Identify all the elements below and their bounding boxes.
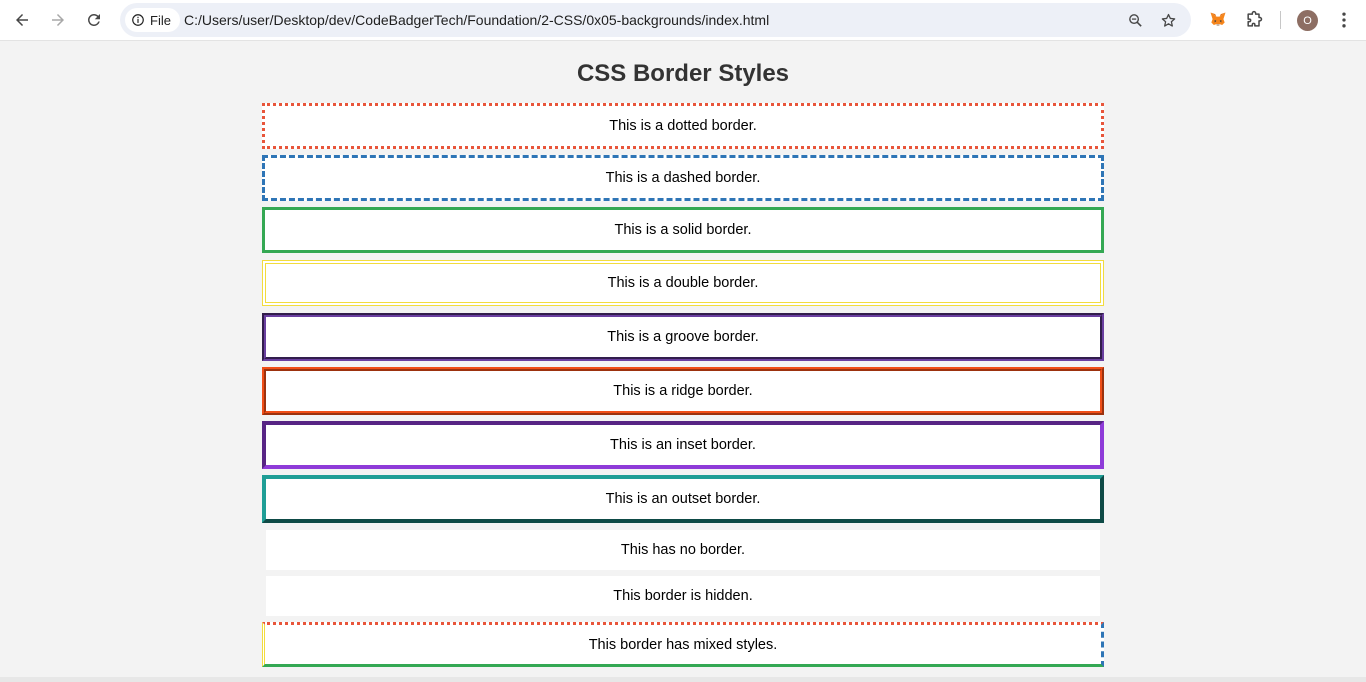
- reload-button[interactable]: [80, 6, 108, 34]
- toolbar-divider: [1280, 11, 1281, 29]
- bookmark-button[interactable]: [1159, 11, 1177, 29]
- hidden-border-box: This border is hidden.: [266, 576, 1100, 616]
- double-border-box: This is a double border.: [262, 260, 1104, 306]
- dotted-border-box: This is a dotted border.: [262, 103, 1104, 149]
- solid-border-box: This is a solid border.: [262, 207, 1104, 253]
- back-arrow-icon: [16, 14, 28, 26]
- groove-border-box: This is a groove border.: [262, 313, 1104, 361]
- browser-menu-button[interactable]: [1333, 9, 1355, 31]
- star-icon: [1161, 13, 1175, 27]
- url-text[interactable]: C:/Users/user/Desktop/dev/CodeBadgerTech…: [184, 3, 769, 37]
- outset-border-box: This is an outset border.: [262, 475, 1104, 523]
- zoom-button[interactable]: [1126, 11, 1144, 29]
- profile-avatar[interactable]: O: [1297, 10, 1318, 31]
- reload-icon: [87, 13, 100, 26]
- mixed-border-box: This border has mixed styles.: [262, 622, 1104, 667]
- metamask-extension-button[interactable]: [1207, 9, 1229, 31]
- back-button[interactable]: [8, 6, 36, 34]
- page-content: CSS Border Styles This is a dotted borde…: [0, 44, 1366, 678]
- metamask-fox-icon: [1210, 12, 1226, 26]
- browser-toolbar: File C:/Users/user/Desktop/dev/CodeBadge…: [0, 0, 1366, 41]
- extensions-button[interactable]: [1243, 9, 1265, 31]
- horizontal-scrollbar-track: [0, 677, 1366, 682]
- ridge-border-box: This is a ridge border.: [262, 367, 1104, 415]
- site-info-chip[interactable]: File: [125, 8, 180, 32]
- info-icon: [132, 14, 144, 26]
- forward-arrow-icon: [52, 14, 64, 26]
- dashed-border-box: This is a dashed border.: [262, 155, 1104, 201]
- site-chip-label: File: [150, 12, 171, 28]
- address-bar[interactable]: File C:/Users/user/Desktop/dev/CodeBadge…: [120, 3, 1191, 37]
- puzzle-icon: [1247, 10, 1263, 27]
- zoom-icon: [1128, 13, 1142, 27]
- forward-button[interactable]: [44, 6, 72, 34]
- inset-border-box: This is an inset border.: [262, 421, 1104, 469]
- page-title: CSS Border Styles: [576, 60, 790, 87]
- no-border-box: This has no border.: [266, 530, 1100, 570]
- kebab-menu-icon: [1342, 12, 1346, 28]
